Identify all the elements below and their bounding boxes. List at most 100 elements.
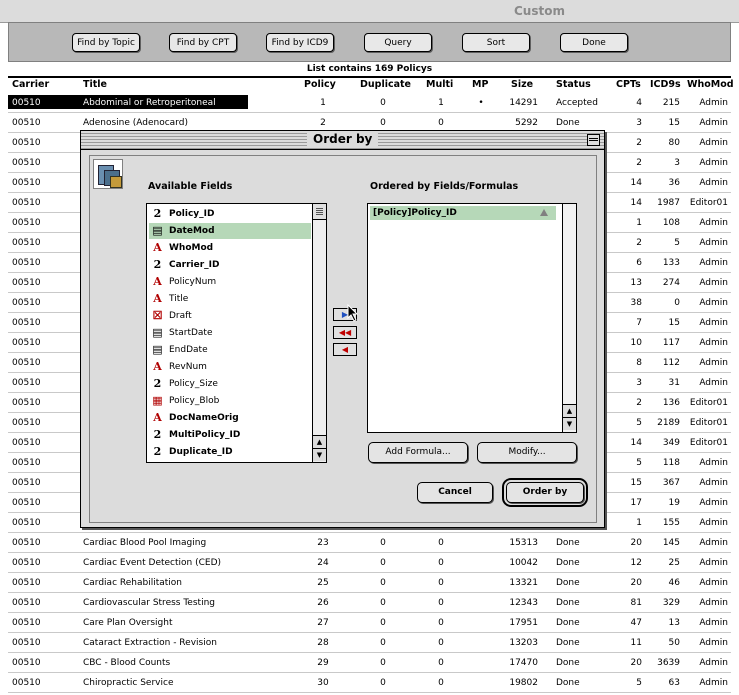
icd9s-cell: 15 xyxy=(668,318,680,328)
col-policy[interactable]: Policy xyxy=(304,79,336,90)
whomod-cell: Admin xyxy=(699,618,728,628)
field-name: Policy_Size xyxy=(169,379,218,389)
table-row[interactable]: 00510 Abdominal or Retroperitoneal 1 0 1 • 142… xyxy=(8,93,731,113)
whomod-cell: Editor01 xyxy=(689,438,728,448)
col-status[interactable]: Status xyxy=(556,79,591,90)
scroll-down-arrow-icon[interactable]: ▼ xyxy=(563,417,576,430)
table-row[interactable]: 00510 Care Plan Oversight 27 0 0 17951 Done 47 1… xyxy=(8,613,731,633)
duplicate-cell: 0 xyxy=(380,538,386,548)
table-row[interactable]: 00510 Cardiac Rehabilitation 25 0 0 13321 Done… xyxy=(8,573,731,593)
whomod-cell: Editor01 xyxy=(689,398,728,408)
scroll-up-arrow-icon[interactable]: ▲ xyxy=(313,435,326,448)
field-item[interactable]: 2 Policy_ID xyxy=(149,206,311,222)
whomod-cell: Admin xyxy=(699,518,728,528)
icd9s-cell: 367 xyxy=(662,478,680,488)
field-item[interactable]: ▤ EndDate xyxy=(149,342,311,358)
ordered-field-item[interactable]: [Policy]Policy_ID xyxy=(370,206,556,220)
field-item[interactable]: ▤ StartDate xyxy=(149,325,311,341)
field-item[interactable]: 2 Policy_Size xyxy=(149,376,311,392)
col-icd9s[interactable]: ICD9s xyxy=(650,79,681,90)
available-fields-label: Available Fields xyxy=(148,181,233,192)
field-item[interactable]: A PolicyNum xyxy=(149,274,311,290)
text-field-icon: A xyxy=(153,241,162,254)
database-icon xyxy=(93,159,123,189)
icd9s-cell: 15 xyxy=(668,118,680,128)
field-item[interactable]: ☒ Draft xyxy=(149,308,311,324)
policy-cell: 2 xyxy=(320,118,326,128)
ordered-fields-list[interactable]: [Policy]Policy_ID ▲ ▼ xyxy=(367,203,577,433)
cpts-cell: 3 xyxy=(636,118,642,128)
field-name: WhoMod xyxy=(169,243,214,253)
field-item[interactable]: 2 Carrier_ID xyxy=(149,257,311,273)
col-whomod[interactable]: WhoMod xyxy=(687,79,734,90)
table-row[interactable]: 00510 CBC - Blood Counts 29 0 0 17470 Done 20 36… xyxy=(8,653,731,673)
carrier-cell: 00510 xyxy=(12,338,41,348)
add-formula-button[interactable]: Add Formula... xyxy=(368,442,468,463)
remove-field-arrow-button[interactable]: ◀ xyxy=(333,343,357,356)
toolbar: Find by Topic Find by CPT Find by ICD9 Q… xyxy=(8,22,731,62)
zoom-box-icon[interactable] xyxy=(587,134,600,146)
cpts-cell: 47 xyxy=(630,618,642,628)
multi-cell: 0 xyxy=(438,538,444,548)
table-row[interactable]: 00510 Cataract Extraction - Revision 28 0 0 1… xyxy=(8,633,731,653)
carrier-cell: 00510 xyxy=(12,658,41,668)
status-cell: Done xyxy=(556,578,580,588)
field-item[interactable]: A Title xyxy=(149,291,311,307)
field-item[interactable]: A WhoMod xyxy=(149,240,311,256)
policy-cell: 24 xyxy=(317,558,329,568)
duplicate-cell: 0 xyxy=(380,98,386,108)
cpts-cell: 1 xyxy=(636,218,642,228)
cpts-cell: 14 xyxy=(630,178,642,188)
table-row[interactable]: 00510 Cardiac Event Detection (CED) 24 0 0 10… xyxy=(8,553,731,573)
scroll-up-arrow-icon[interactable]: ▲ xyxy=(563,404,576,417)
col-cpts[interactable]: CPTs xyxy=(616,79,641,90)
done-button[interactable]: Done xyxy=(560,33,628,52)
find-by-cpt-button[interactable]: Find by CPT xyxy=(169,33,237,52)
find-by-topic-button[interactable]: Find by Topic xyxy=(72,33,140,52)
table-row[interactable]: 00510 Cardiovascular Stress Testing 26 0 0 12… xyxy=(8,593,731,613)
text-field-icon: A xyxy=(153,360,162,373)
icd9s-cell: 31 xyxy=(668,378,680,388)
available-fields-list[interactable]: 2 Policy_ID ▤ DateMod A WhoMod 2 Carrier_ID A Pol… xyxy=(146,203,327,463)
size-cell: 10042 xyxy=(509,558,538,568)
find-by-icd9-button[interactable]: Find by ICD9 xyxy=(266,33,334,52)
col-size[interactable]: Size xyxy=(511,79,533,90)
order-by-button[interactable]: Order by xyxy=(502,478,588,507)
col-mp[interactable]: MP xyxy=(472,79,488,90)
title-cell: Cataract Extraction - Revision xyxy=(83,638,217,648)
col-duplicate[interactable]: Duplicate xyxy=(360,79,411,90)
field-item[interactable]: 2 Duplicate_ID xyxy=(149,444,311,460)
query-button[interactable]: Query xyxy=(364,33,432,52)
status-cell: Done xyxy=(556,598,580,608)
scroll-down-arrow-icon[interactable]: ▼ xyxy=(313,448,326,461)
field-item[interactable]: A DocNameOrig xyxy=(149,410,311,426)
scroll-thumb[interactable] xyxy=(313,204,326,220)
field-item[interactable]: ▦ Policy_Blob xyxy=(149,393,311,409)
field-item[interactable]: ▤ DateMod xyxy=(149,223,311,239)
date-field-icon: ▤ xyxy=(152,326,163,339)
number-field-icon: 2 xyxy=(153,428,162,441)
available-fields-scrollbar[interactable]: ▲ ▼ xyxy=(312,204,326,462)
carrier-cell: 00510 xyxy=(12,298,41,308)
size-cell: 13321 xyxy=(509,578,538,588)
cancel-button[interactable]: Cancel xyxy=(417,482,493,503)
modify-button[interactable]: Modify... xyxy=(477,442,577,463)
mouse-pointer-icon xyxy=(347,304,359,322)
table-row[interactable]: 00510 Cardiac Blood Pool Imaging 23 0 0 15313… xyxy=(8,533,731,553)
carrier-cell: 00510 xyxy=(12,598,41,608)
title-cell: Care Plan Oversight xyxy=(83,618,173,628)
remove-all-arrow-button[interactable]: ◀◀ xyxy=(333,326,357,339)
title-cell: CBC - Blood Counts xyxy=(83,658,171,668)
dialog-titlebar[interactable]: Order by xyxy=(81,131,604,150)
cpts-cell: 1 xyxy=(636,518,642,528)
field-item[interactable]: 2 MultiPolicy_ID xyxy=(149,427,311,443)
col-multi[interactable]: Multi xyxy=(426,79,453,90)
sort-button[interactable]: Sort xyxy=(462,33,530,52)
col-title[interactable]: Title xyxy=(83,79,107,90)
table-row[interactable]: 00510 Chiropractic Service 30 0 0 19802 Done 5 6… xyxy=(8,673,731,693)
ordered-fields-scrollbar[interactable]: ▲ ▼ xyxy=(562,204,576,432)
field-name: Duplicate_ID xyxy=(169,447,233,457)
col-carrier[interactable]: Carrier xyxy=(12,79,49,90)
field-item[interactable]: A RevNum xyxy=(149,359,311,375)
sort-ascending-icon[interactable] xyxy=(540,209,548,216)
